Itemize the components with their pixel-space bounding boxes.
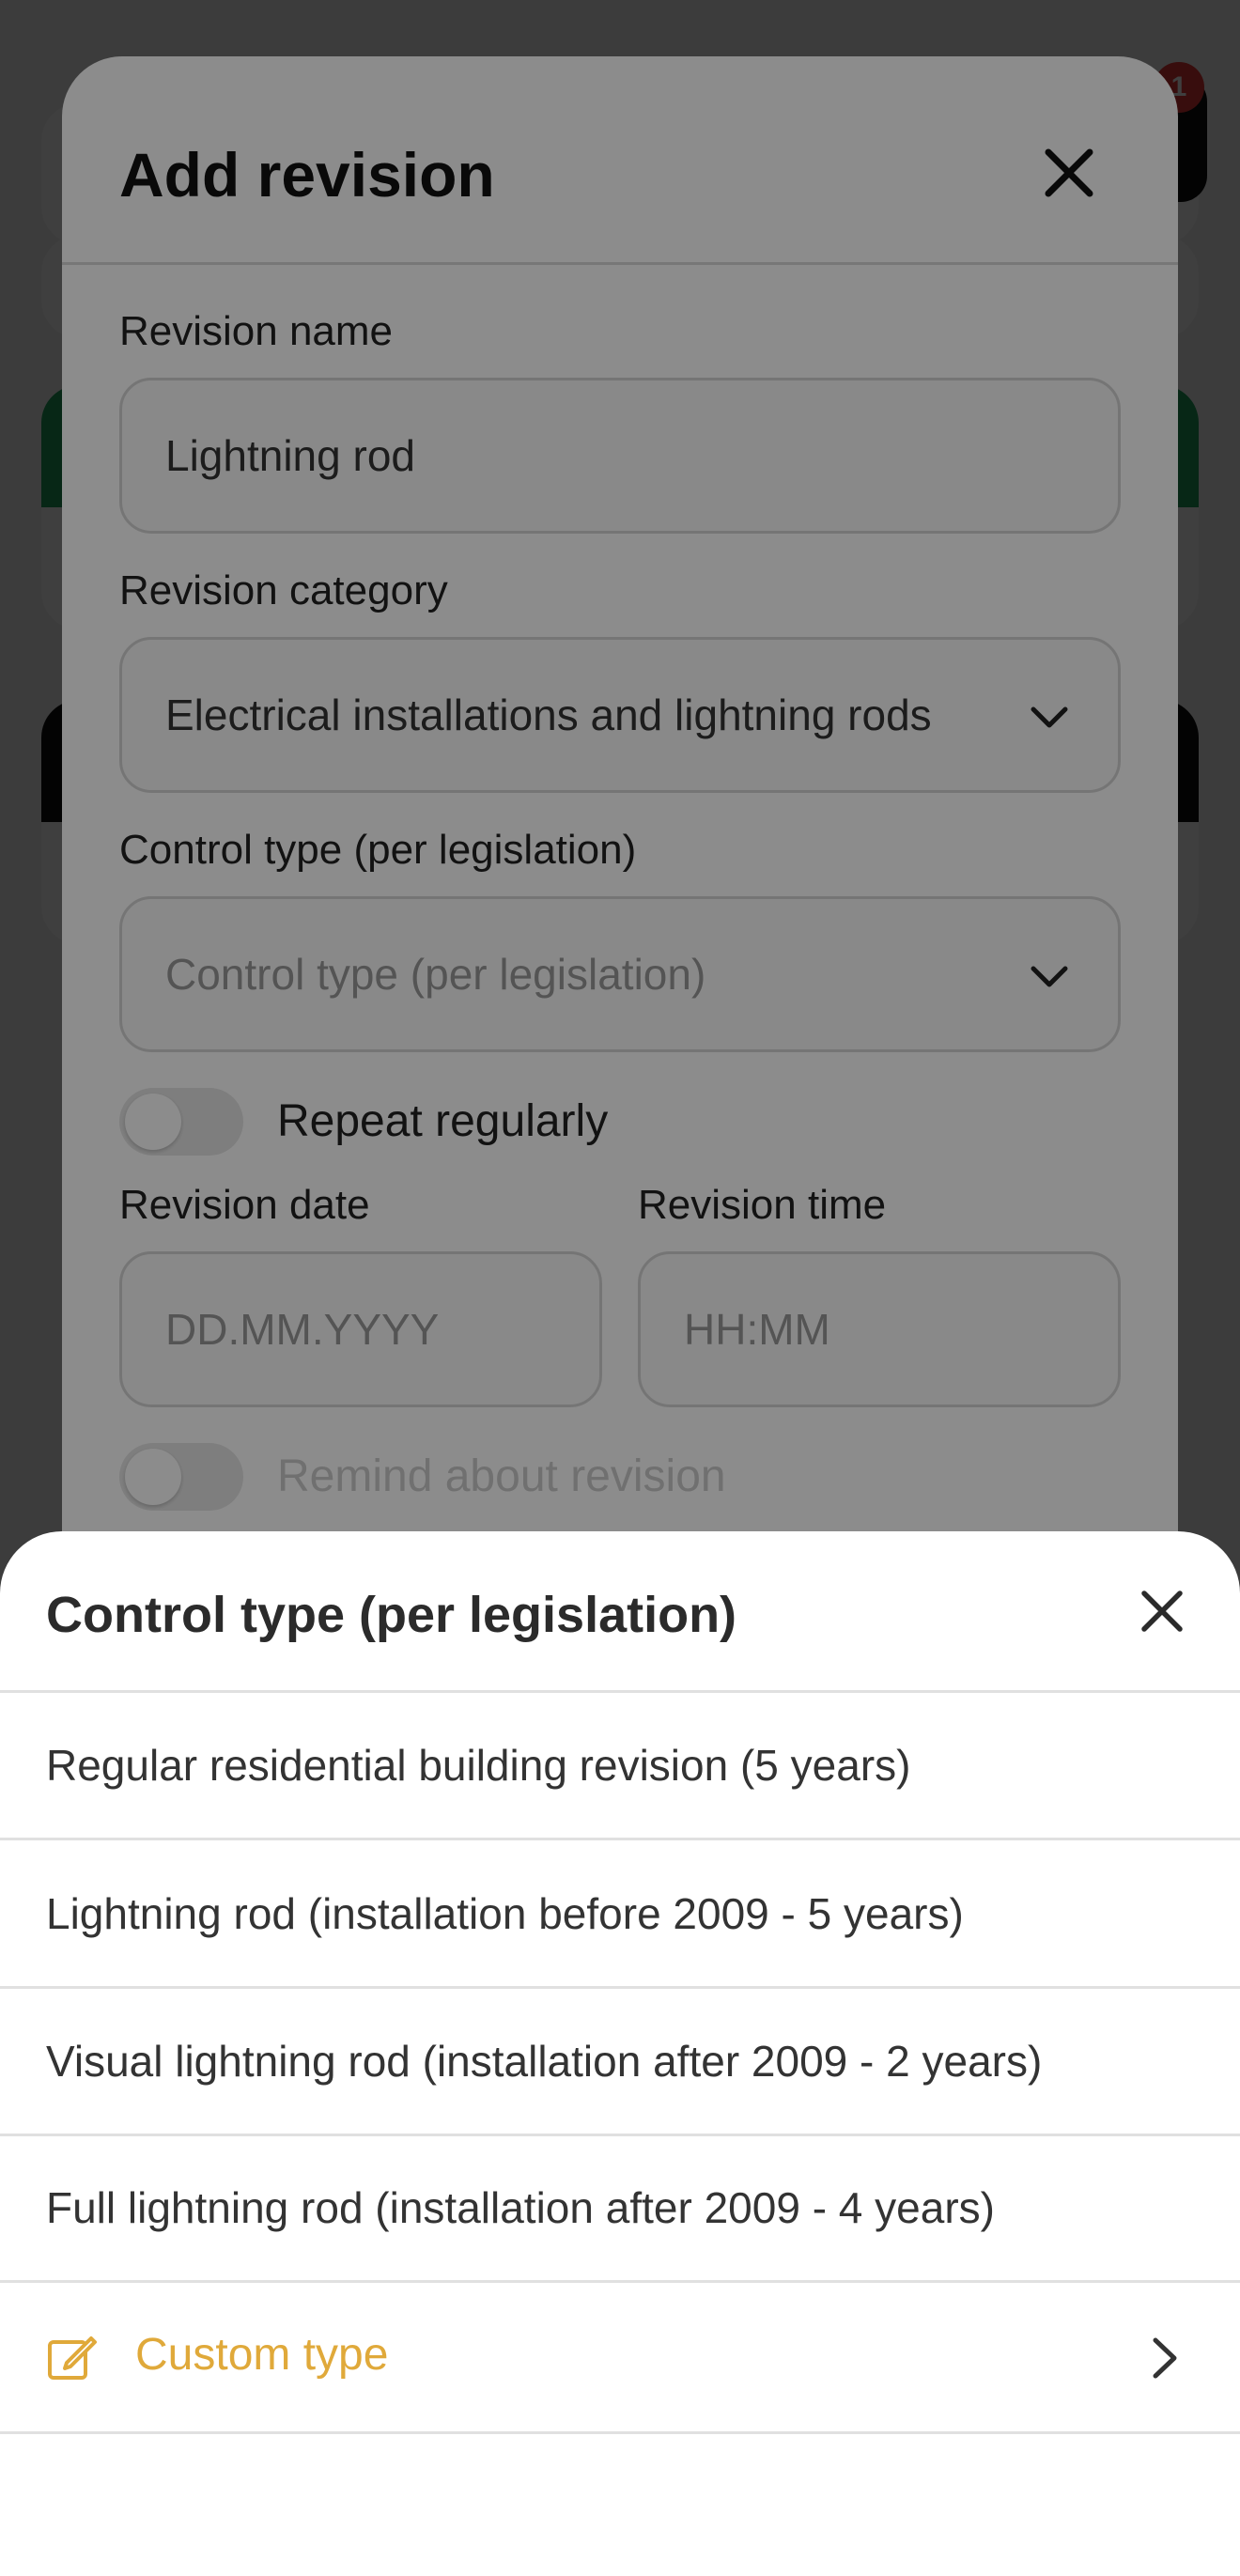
custom-type-label: Custom type [135, 2330, 389, 2380]
control-type-bottom-sheet: Control type (per legislation) Regular r… [0, 1531, 1240, 2576]
sheet-header: Control type (per legislation) [0, 1531, 1240, 1693]
option-item[interactable]: Lightning rod (installation before 2009 … [0, 1841, 1240, 1989]
close-icon[interactable] [1139, 1588, 1186, 1635]
option-item[interactable]: Full lightning rod (installation after 2… [0, 2135, 1240, 2283]
option-item[interactable]: Regular residential building revision (5… [0, 1693, 1240, 1840]
custom-type-row[interactable]: Custom type [0, 2282, 1240, 2434]
sheet-title: Control type (per legislation) [46, 1587, 737, 1643]
option-item[interactable]: Visual lightning rod (installation after… [0, 1989, 1240, 2136]
chevron-right-icon [1153, 2337, 1177, 2379]
edit-icon [48, 2336, 97, 2380]
